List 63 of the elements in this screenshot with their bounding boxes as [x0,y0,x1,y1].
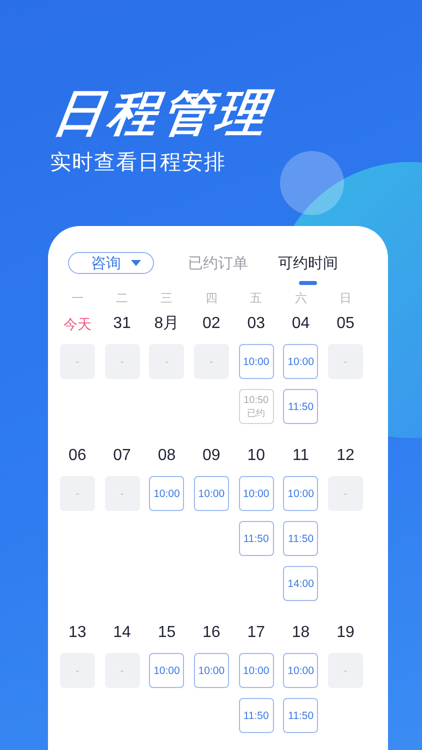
date-label: 14 [113,624,131,641]
empty-slot: - [60,476,95,511]
empty-slot: - [104,653,140,688]
date-label: 02 [202,315,220,332]
time-slot[interactable]: 11:50 [238,698,274,733]
date-label: 03 [247,315,265,332]
time-slot[interactable]: 10:00 [238,344,274,379]
empty-slot: - [194,344,229,379]
date-label: 12 [336,447,354,464]
date-label: 8月 [154,315,180,332]
weekday-label: 五 [250,291,262,305]
date-label: 11 [292,447,310,464]
time-slot[interactable]: 10:00 [149,476,184,511]
empty-slot: - [60,653,95,688]
empty-slot: - [328,344,363,379]
time-slot[interactable]: 10:00 [283,344,318,379]
weekday-label: 二 [116,291,128,305]
booked-slot: 10:50 已约 [238,389,274,424]
weekday-label: 四 [205,291,218,305]
date-label: 08 [158,447,176,464]
date-label: 04 [292,315,310,332]
subtitle: 实时查看日程安排 [50,150,226,176]
tab[interactable]: 已约订单 [188,242,248,284]
caret-icon [131,260,141,266]
time-slot[interactable]: 11:50 [283,389,318,424]
empty-slot: - [104,476,140,511]
time-slot[interactable]: 10:00 [149,653,184,688]
time-slot[interactable]: 14:00 [283,566,318,601]
date-label: 06 [68,447,86,464]
decorative-circle [280,151,344,215]
empty-slot: - [328,476,363,511]
date-label: 16 [202,624,220,641]
empty-slot: - [149,344,184,379]
empty-slot: - [104,344,140,379]
time-slot[interactable]: 10:00 [238,653,274,688]
date-label: 今天 [63,316,92,332]
date-label: 07 [113,447,131,464]
weekday-label: 三 [160,291,173,305]
headline: 日程管理 [50,84,274,142]
date-label: 15 [158,624,176,641]
time-slot[interactable]: 11:50 [238,521,274,556]
time-slot[interactable]: 10:00 [283,476,318,511]
date-label: 10 [247,447,265,464]
time-slot[interactable]: 10:00 [238,476,274,511]
tab[interactable]: 可约时间 [278,242,338,284]
date-label: 31 [113,315,131,332]
time-slot[interactable]: 10:00 [283,653,318,688]
date-label: 18 [292,624,310,641]
empty-slot: - [60,344,95,379]
time-slot[interactable]: 10:00 [194,653,229,688]
weekday-label: 六 [294,291,307,305]
empty-slot: - [328,653,363,688]
weekday-label: 一 [71,291,84,305]
time-slot[interactable]: 11:50 [283,698,318,733]
time-slot[interactable]: 11:50 [283,521,318,556]
time-slot[interactable]: 10:00 [194,476,229,511]
date-label: 09 [202,447,220,464]
weekday-label: 日 [339,291,352,305]
date-label: 19 [336,624,354,641]
service-dropdown[interactable]: 咨询 [68,252,154,274]
date-label: 05 [336,315,354,332]
date-label: 13 [68,624,86,641]
date-label: 17 [247,624,265,641]
